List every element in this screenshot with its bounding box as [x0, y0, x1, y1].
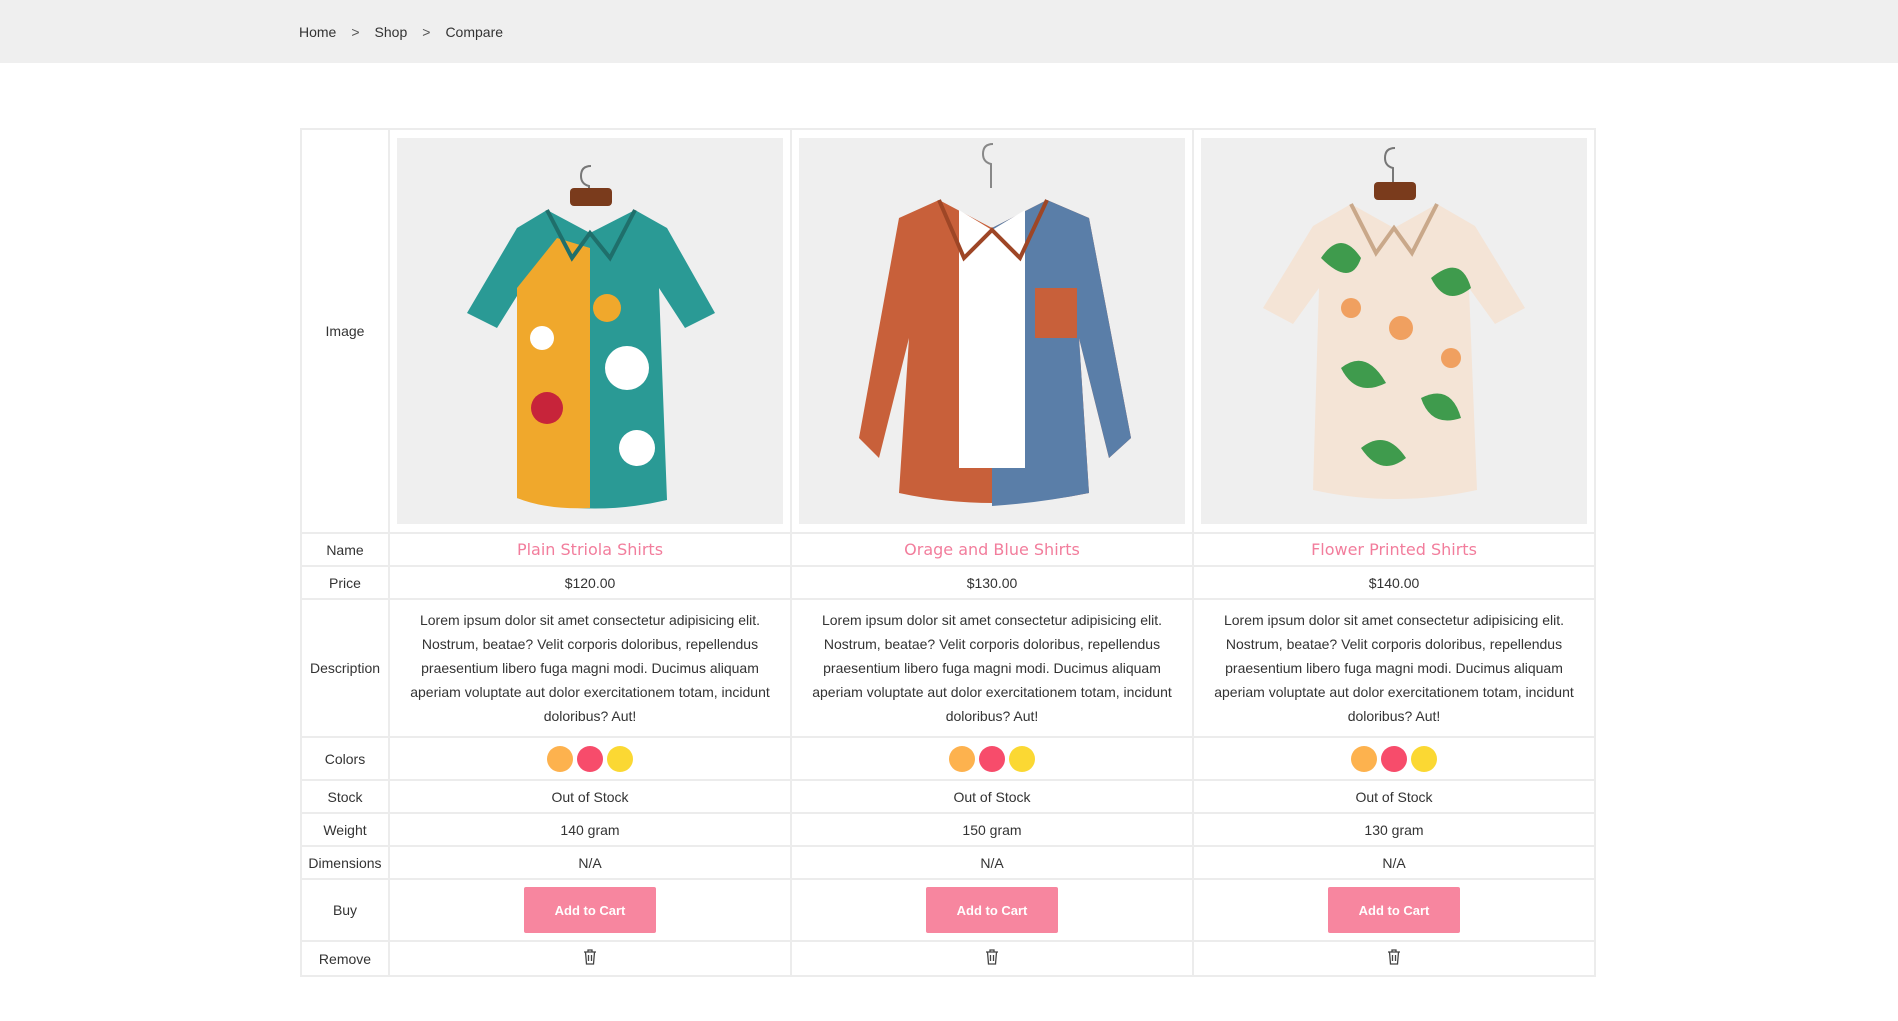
product-weight: 140 gram [388, 812, 792, 847]
image-row: Image [300, 128, 1596, 534]
breadcrumb: Home > Shop > Compare [299, 24, 503, 40]
color-swatch-yellow[interactable] [1411, 745, 1437, 772]
price-row: Price $120.00 $130.00 $140.00 [300, 565, 1596, 600]
product-name-link[interactable]: Plain Striola Shirts [517, 540, 663, 559]
add-to-cart-button[interactable]: Add to Cart [926, 887, 1058, 933]
color-swatch-orange[interactable] [1351, 745, 1377, 772]
row-label-name: Name [300, 532, 390, 567]
color-swatches [390, 745, 790, 772]
row-label-stock: Stock [300, 779, 390, 814]
two-tone-shirt-icon [859, 143, 1131, 506]
color-swatch-yellow[interactable] [607, 745, 633, 772]
name-row: Name Plain Striola Shirts Orage and Blue… [300, 532, 1596, 567]
row-label-description: Description [300, 598, 390, 738]
row-label-colors: Colors [300, 736, 390, 781]
product-image[interactable] [397, 138, 783, 524]
breadcrumb-home-link[interactable]: Home [299, 24, 336, 40]
product-price: $140.00 [1192, 565, 1596, 600]
product-image[interactable] [1201, 138, 1587, 524]
dimensions-row: Dimensions N/A N/A N/A [300, 845, 1596, 880]
product-weight: 130 gram [1192, 812, 1596, 847]
product-price: $120.00 [388, 565, 792, 600]
trash-icon[interactable] [583, 949, 597, 968]
color-swatch-red[interactable] [577, 745, 603, 772]
color-swatch-red[interactable] [1381, 745, 1407, 772]
product-stock: Out of Stock [790, 779, 1194, 814]
product-description: Lorem ipsum dolor sit amet consectetur a… [1192, 598, 1596, 738]
color-swatch-yellow[interactable] [1009, 745, 1035, 772]
row-label-image: Image [300, 128, 390, 534]
trash-icon[interactable] [985, 949, 999, 968]
add-to-cart-button[interactable]: Add to Cart [1328, 887, 1460, 933]
product-name-link[interactable]: Orage and Blue Shirts [904, 540, 1080, 559]
product-price: $130.00 [790, 565, 1194, 600]
product-stock: Out of Stock [388, 779, 792, 814]
buy-row: Buy Add to Cart Add to Cart Add to Cart [300, 878, 1596, 942]
trash-icon[interactable] [1387, 949, 1401, 968]
row-label-dimensions: Dimensions [300, 845, 390, 880]
row-label-remove: Remove [300, 940, 390, 977]
product-description: Lorem ipsum dolor sit amet consectetur a… [388, 598, 792, 738]
add-to-cart-button[interactable]: Add to Cart [524, 887, 656, 933]
color-swatch-orange[interactable] [949, 745, 975, 772]
row-label-price: Price [300, 565, 390, 600]
product-description: Lorem ipsum dolor sit amet consectetur a… [790, 598, 1194, 738]
breadcrumb-current: Compare [445, 24, 504, 40]
colors-row: Colors [300, 736, 1596, 781]
color-swatch-orange[interactable] [547, 745, 573, 772]
product-name-link[interactable]: Flower Printed Shirts [1311, 540, 1477, 559]
color-swatches [792, 745, 1192, 772]
product-dimensions: N/A [1192, 845, 1596, 880]
floral-shirt-icon [1263, 147, 1525, 499]
product-image[interactable] [799, 138, 1185, 524]
description-row: Description Lorem ipsum dolor sit amet c… [300, 598, 1596, 738]
product-dimensions: N/A [790, 845, 1194, 880]
product-stock: Out of Stock [1192, 779, 1596, 814]
row-label-weight: Weight [300, 812, 390, 847]
row-label-buy: Buy [300, 878, 390, 942]
breadcrumb-separator: > [422, 24, 431, 40]
product-dimensions: N/A [388, 845, 792, 880]
breadcrumb-shop-link[interactable]: Shop [375, 24, 408, 40]
patterned-shirt-icon [467, 165, 715, 509]
compare-table: Image Name Plain Striola Shirts Orage an… [300, 128, 1596, 977]
breadcrumb-bar: Home > Shop > Compare [0, 0, 1898, 63]
remove-row: Remove [300, 940, 1596, 977]
color-swatch-red[interactable] [979, 745, 1005, 772]
product-weight: 150 gram [790, 812, 1194, 847]
weight-row: Weight 140 gram 150 gram 130 gram [300, 812, 1596, 847]
stock-row: Stock Out of Stock Out of Stock Out of S… [300, 779, 1596, 814]
color-swatches [1194, 745, 1594, 772]
breadcrumb-separator: > [351, 24, 360, 40]
